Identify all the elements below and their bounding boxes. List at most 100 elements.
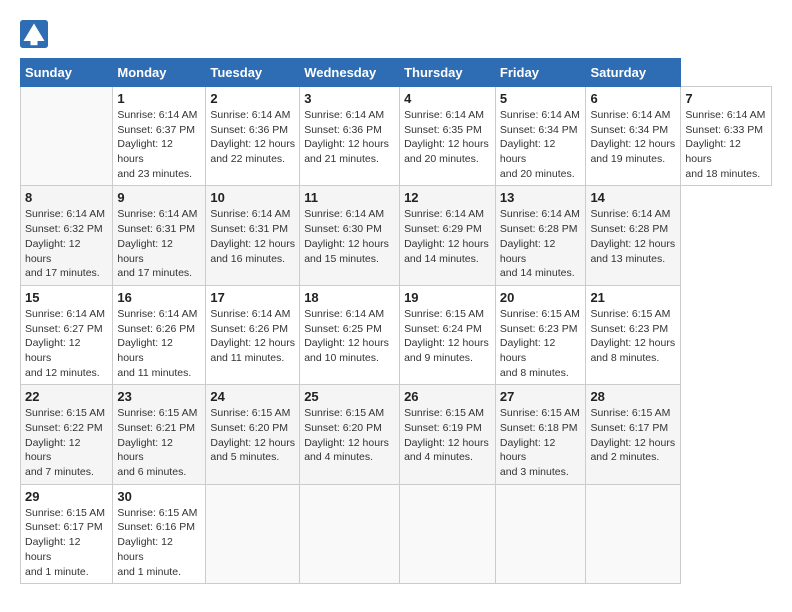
day-info: Sunrise: 6:14 AMSunset: 6:28 PMDaylight:… (500, 207, 582, 280)
day-cell-19: 19 Sunrise: 6:15 AMSunset: 6:24 PMDayligh… (400, 285, 496, 384)
day-info: Sunrise: 6:15 AMSunset: 6:18 PMDaylight:… (500, 406, 582, 479)
empty-cell (586, 484, 681, 583)
col-header-monday: Monday (113, 59, 206, 87)
day-cell-16: 16 Sunrise: 6:14 AMSunset: 6:26 PMDayligh… (113, 285, 206, 384)
day-cell-17: 17Sunrise: 6:14 AMSunset: 6:26 PMDayligh… (206, 285, 300, 384)
day-cell-22: 22 Sunrise: 6:15 AMSunset: 6:22 PMDayligh… (21, 385, 113, 484)
day-info: Sunrise: 6:14 AMSunset: 6:35 PMDaylight:… (404, 108, 491, 167)
day-info: Sunrise: 6:15 AMSunset: 6:17 PMDaylight:… (590, 406, 676, 465)
day-number: 29 (25, 489, 108, 504)
day-number: 19 (404, 290, 491, 305)
day-info: Sunrise: 6:14 AMSunset: 6:25 PMDaylight:… (304, 307, 395, 366)
day-info: Sunrise: 6:15 AMSunset: 6:21 PMDaylight:… (117, 406, 201, 479)
day-info: Sunrise: 6:14 AMSunset: 6:29 PMDaylight:… (404, 207, 491, 266)
day-cell-29: 29 Sunrise: 6:15 AMSunset: 6:17 PMDayligh… (21, 484, 113, 583)
day-info: Sunrise: 6:15 AMSunset: 6:23 PMDaylight:… (590, 307, 676, 366)
day-info: Sunrise: 6:15 AMSunset: 6:22 PMDaylight:… (25, 406, 108, 479)
day-number: 30 (117, 489, 201, 504)
page-header (20, 20, 772, 48)
day-info: Sunrise: 6:14 AMSunset: 6:33 PMDaylight:… (685, 108, 767, 181)
empty-cell (495, 484, 586, 583)
day-number: 12 (404, 190, 491, 205)
day-number: 11 (304, 190, 395, 205)
day-number: 16 (117, 290, 201, 305)
day-number: 3 (304, 91, 395, 106)
day-info: Sunrise: 6:15 AMSunset: 6:20 PMDaylight:… (210, 406, 295, 465)
day-number: 15 (25, 290, 108, 305)
day-info: Sunrise: 6:15 AMSunset: 6:24 PMDaylight:… (404, 307, 491, 366)
day-cell-26: 26 Sunrise: 6:15 AMSunset: 6:19 PMDayligh… (400, 385, 496, 484)
day-number: 25 (304, 389, 395, 404)
day-cell-6: 6 Sunrise: 6:14 AMSunset: 6:34 PMDaylight… (586, 87, 681, 186)
day-number: 7 (685, 91, 767, 106)
day-number: 20 (500, 290, 582, 305)
day-cell-25: 25 Sunrise: 6:15 AMSunset: 6:20 PMDayligh… (300, 385, 400, 484)
day-info: Sunrise: 6:14 AMSunset: 6:34 PMDaylight:… (500, 108, 582, 181)
day-info: Sunrise: 6:15 AMSunset: 6:19 PMDaylight:… (404, 406, 491, 465)
day-number: 26 (404, 389, 491, 404)
col-header-thursday: Thursday (400, 59, 496, 87)
day-number: 21 (590, 290, 676, 305)
col-header-sunday: Sunday (21, 59, 113, 87)
day-info: Sunrise: 6:14 AMSunset: 6:34 PMDaylight:… (590, 108, 676, 167)
day-cell-9: 9Sunrise: 6:14 AMSunset: 6:31 PMDaylight… (113, 186, 206, 285)
day-info: Sunrise: 6:15 AMSunset: 6:17 PMDaylight:… (25, 506, 108, 579)
day-cell-18: 18Sunrise: 6:14 AMSunset: 6:25 PMDayligh… (300, 285, 400, 384)
day-number: 17 (210, 290, 295, 305)
day-number: 13 (500, 190, 582, 205)
day-cell-8: 8Sunrise: 6:14 AMSunset: 6:32 PMDaylight… (21, 186, 113, 285)
day-cell-13: 13 Sunrise: 6:14 AMSunset: 6:28 PMDayligh… (495, 186, 586, 285)
day-number: 1 (117, 91, 201, 106)
day-number: 6 (590, 91, 676, 106)
col-header-tuesday: Tuesday (206, 59, 300, 87)
day-info: Sunrise: 6:14 AMSunset: 6:30 PMDaylight:… (304, 207, 395, 266)
calendar-table: SundayMondayTuesdayWednesdayThursdayFrid… (20, 58, 772, 584)
day-info: Sunrise: 6:14 AMSunset: 6:37 PMDaylight:… (117, 108, 201, 181)
day-number: 9 (117, 190, 201, 205)
day-info: Sunrise: 6:14 AMSunset: 6:32 PMDaylight:… (25, 207, 108, 280)
day-cell-2: 2 Sunrise: 6:14 AMSunset: 6:36 PMDaylight… (206, 87, 300, 186)
empty-cell (300, 484, 400, 583)
empty-cell (206, 484, 300, 583)
logo-icon (20, 20, 48, 48)
calendar-week-3: 15 Sunrise: 6:14 AMSunset: 6:27 PMDayligh… (21, 285, 772, 384)
day-cell-11: 11 Sunrise: 6:14 AMSunset: 6:30 PMDayligh… (300, 186, 400, 285)
day-info: Sunrise: 6:14 AMSunset: 6:27 PMDaylight:… (25, 307, 108, 380)
day-cell-27: 27 Sunrise: 6:15 AMSunset: 6:18 PMDayligh… (495, 385, 586, 484)
day-cell-3: 3Sunrise: 6:14 AMSunset: 6:36 PMDaylight… (300, 87, 400, 186)
calendar-week-5: 29 Sunrise: 6:15 AMSunset: 6:17 PMDayligh… (21, 484, 772, 583)
day-info: Sunrise: 6:14 AMSunset: 6:26 PMDaylight:… (117, 307, 201, 380)
day-cell-12: 12 Sunrise: 6:14 AMSunset: 6:29 PMDayligh… (400, 186, 496, 285)
day-info: Sunrise: 6:14 AMSunset: 6:28 PMDaylight:… (590, 207, 676, 266)
calendar-header-row: SundayMondayTuesdayWednesdayThursdayFrid… (21, 59, 772, 87)
day-cell-10: 10Sunrise: 6:14 AMSunset: 6:31 PMDayligh… (206, 186, 300, 285)
day-cell-15: 15 Sunrise: 6:14 AMSunset: 6:27 PMDayligh… (21, 285, 113, 384)
day-info: Sunrise: 6:15 AMSunset: 6:20 PMDaylight:… (304, 406, 395, 465)
day-number: 14 (590, 190, 676, 205)
day-info: Sunrise: 6:15 AMSunset: 6:16 PMDaylight:… (117, 506, 201, 579)
day-number: 24 (210, 389, 295, 404)
day-cell-1: 1 Sunrise: 6:14 AMSunset: 6:37 PMDaylight… (113, 87, 206, 186)
calendar-week-1: 1 Sunrise: 6:14 AMSunset: 6:37 PMDaylight… (21, 87, 772, 186)
day-number: 5 (500, 91, 582, 106)
day-cell-21: 21 Sunrise: 6:15 AMSunset: 6:23 PMDayligh… (586, 285, 681, 384)
day-cell-23: 23Sunrise: 6:15 AMSunset: 6:21 PMDayligh… (113, 385, 206, 484)
day-cell-14: 14 Sunrise: 6:14 AMSunset: 6:28 PMDayligh… (586, 186, 681, 285)
day-cell-20: 20 Sunrise: 6:15 AMSunset: 6:23 PMDayligh… (495, 285, 586, 384)
day-number: 27 (500, 389, 582, 404)
day-number: 4 (404, 91, 491, 106)
day-number: 2 (210, 91, 295, 106)
day-number: 22 (25, 389, 108, 404)
col-header-wednesday: Wednesday (300, 59, 400, 87)
empty-cell (21, 87, 113, 186)
day-number: 28 (590, 389, 676, 404)
col-header-saturday: Saturday (586, 59, 681, 87)
day-number: 10 (210, 190, 295, 205)
col-header-friday: Friday (495, 59, 586, 87)
day-cell-28: 28 Sunrise: 6:15 AMSunset: 6:17 PMDayligh… (586, 385, 681, 484)
day-info: Sunrise: 6:14 AMSunset: 6:36 PMDaylight:… (210, 108, 295, 167)
day-cell-24: 24 Sunrise: 6:15 AMSunset: 6:20 PMDayligh… (206, 385, 300, 484)
day-cell-7: 7 Sunrise: 6:14 AMSunset: 6:33 PMDaylight… (681, 87, 772, 186)
day-cell-5: 5 Sunrise: 6:14 AMSunset: 6:34 PMDaylight… (495, 87, 586, 186)
day-info: Sunrise: 6:15 AMSunset: 6:23 PMDaylight:… (500, 307, 582, 380)
